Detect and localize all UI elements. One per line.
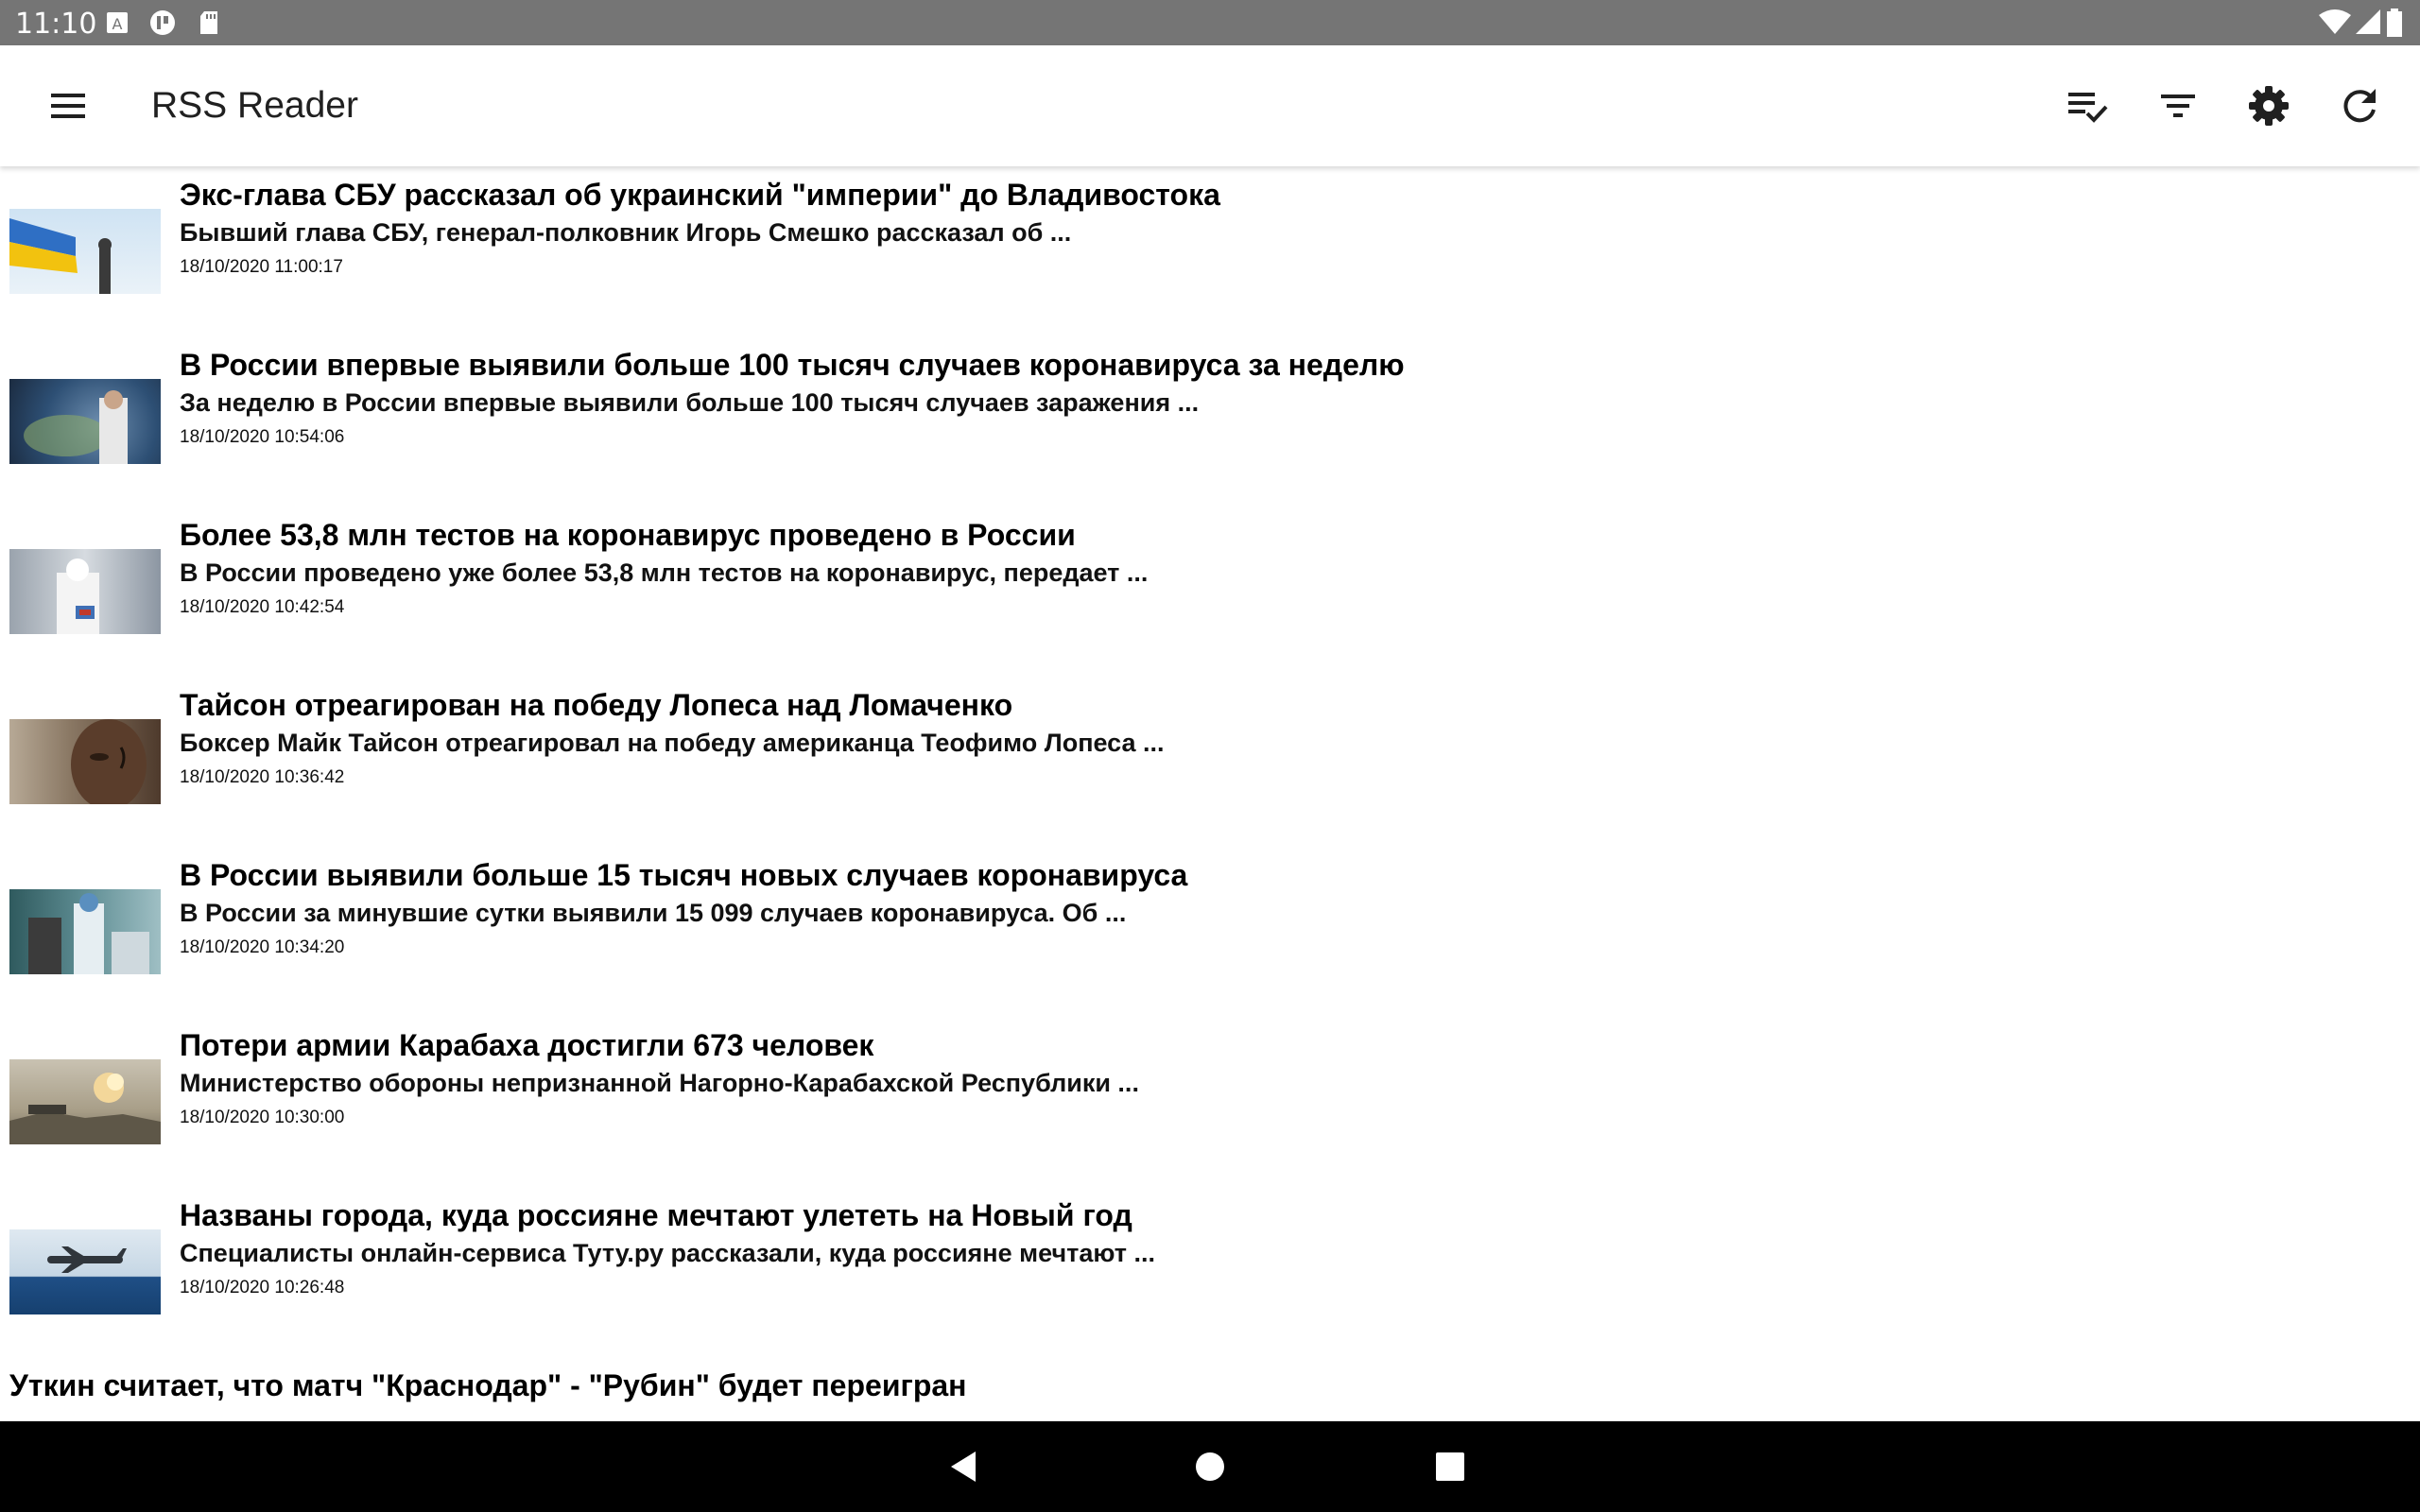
back-icon[interactable] (943, 1444, 989, 1489)
signal-icon (2356, 9, 2380, 34)
article-title: Экс-глава СБУ рассказал об украинский "и… (180, 178, 1220, 212)
article-title: Тайсон отреагирован на победу Лопеса над… (180, 688, 1013, 722)
list-item[interactable]: В России выявили больше 15 тысяч новых с… (0, 847, 2420, 1017)
article-date: 18/10/2020 10:30:00 (180, 1108, 345, 1127)
article-description: Боксер Майк Тайсон отреагировал на побед… (180, 729, 1165, 757)
article-date: 18/10/2020 11:00:17 (180, 257, 343, 277)
article-thumbnail (9, 1059, 161, 1144)
article-title: Уткин считает, что матч "Краснодар" - "Р… (9, 1368, 967, 1402)
app-bar: RSS Reader (0, 45, 2420, 166)
article-description: В России проведено уже более 53,8 млн те… (180, 558, 1149, 587)
article-thumbnail (9, 1229, 161, 1314)
article-date: 18/10/2020 10:42:54 (180, 597, 345, 617)
list-item[interactable]: Экс-глава СБУ рассказал об украинский "и… (0, 166, 2420, 336)
filter-icon[interactable] (2150, 77, 2206, 134)
article-description: Бывший глава СБУ, генерал-полковник Игор… (180, 218, 1072, 247)
playlist-check-icon[interactable] (2059, 77, 2116, 134)
article-date: 18/10/2020 10:34:20 (180, 937, 345, 957)
gear-icon[interactable] (2240, 77, 2297, 134)
list-item[interactable]: Потери армии Карабаха достигли 673 челов… (0, 1017, 2420, 1187)
svg-text:A: A (112, 15, 123, 33)
article-thumbnail (9, 379, 161, 464)
app-notification-icon (150, 10, 175, 35)
article-title: Потери армии Карабаха достигли 673 челов… (180, 1028, 874, 1062)
article-date: 18/10/2020 10:36:42 (180, 767, 345, 787)
article-thumbnail (9, 719, 161, 804)
list-item[interactable]: Уткин считает, что матч "Краснодар" - "Р… (0, 1357, 2420, 1421)
list-item[interactable]: Более 53,8 млн тестов на коронавирус про… (0, 507, 2420, 677)
article-list[interactable]: Экс-глава СБУ рассказал об украинский "и… (0, 166, 2420, 1421)
article-description: В России за минувшие сутки выявили 15 09… (180, 899, 1127, 927)
article-description: Министерство обороны непризнанной Нагорн… (180, 1069, 1139, 1097)
article-date: 18/10/2020 10:54:06 (180, 427, 345, 447)
menu-icon[interactable] (38, 83, 98, 129)
list-item[interactable]: Тайсон отреагирован на победу Лопеса над… (0, 677, 2420, 847)
article-title: В России впервые выявили больше 100 тыся… (180, 348, 1405, 382)
app-title: RSS Reader (151, 85, 358, 126)
status-time: 11:10 (15, 8, 97, 41)
article-title: Названы города, куда россияне мечтают ул… (180, 1198, 1132, 1232)
home-icon[interactable] (1187, 1444, 1233, 1489)
battery-icon (2387, 9, 2402, 37)
list-item[interactable]: Названы города, куда россияне мечтают ул… (0, 1187, 2420, 1357)
article-title: Более 53,8 млн тестов на коронавирус про… (180, 518, 1076, 552)
list-item[interactable]: В России впервые выявили больше 100 тыся… (0, 336, 2420, 507)
wifi-icon (2319, 9, 2351, 34)
sd-card-icon (200, 11, 217, 34)
recents-icon[interactable] (1427, 1444, 1473, 1489)
font-notification-icon: A (107, 12, 128, 33)
article-title: В России выявили больше 15 тысяч новых с… (180, 858, 1188, 892)
article-date: 18/10/2020 10:26:48 (180, 1278, 345, 1297)
navigation-bar (0, 1421, 2420, 1512)
article-thumbnail (9, 889, 161, 974)
refresh-icon[interactable] (2331, 77, 2388, 134)
status-bar: 11:10 A (0, 0, 2420, 45)
article-thumbnail (9, 549, 161, 634)
article-thumbnail (9, 209, 161, 294)
article-description: За неделю в России впервые выявили больш… (180, 388, 1200, 417)
article-description: Специалисты онлайн-сервиса Туту.ру расск… (180, 1239, 1155, 1267)
